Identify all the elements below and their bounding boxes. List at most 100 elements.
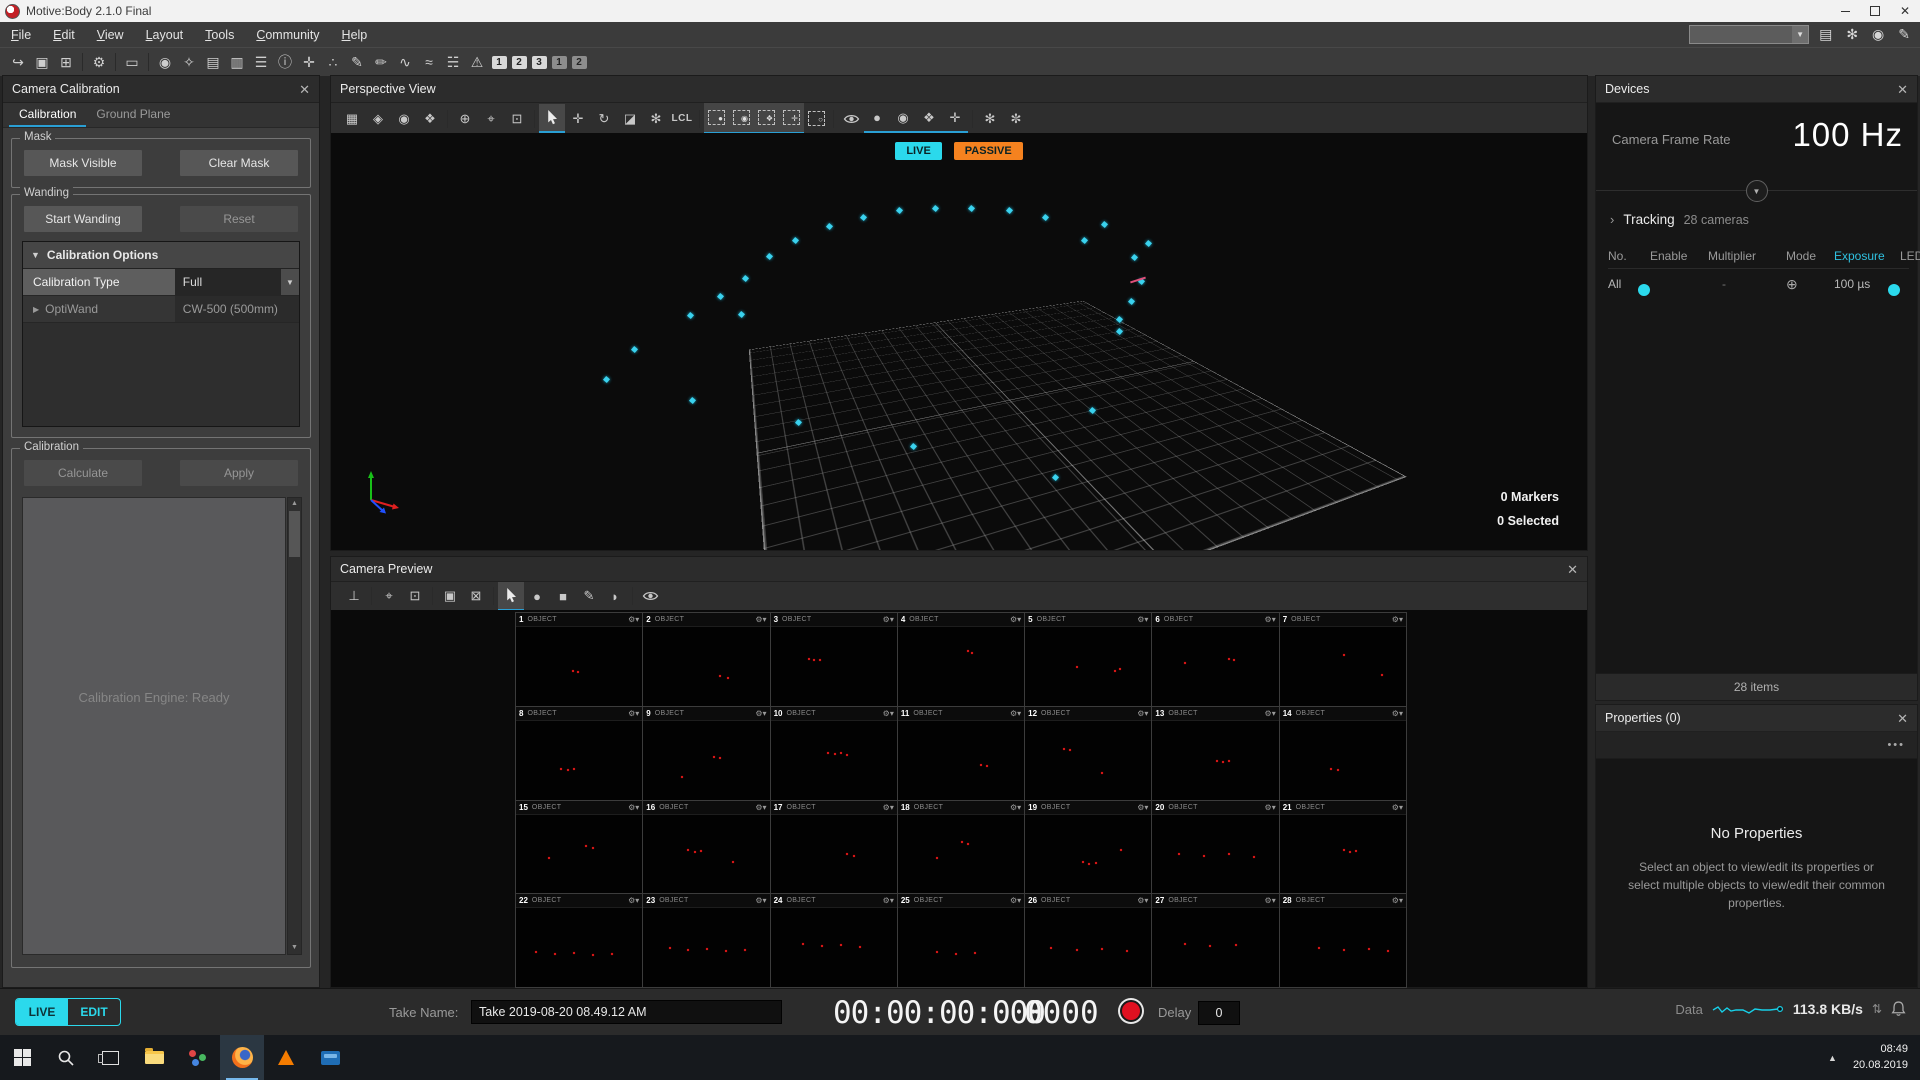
graph2-icon[interactable]: ≈ xyxy=(417,49,441,75)
camera-cell-26[interactable]: 26OBJECT⚙▾ xyxy=(1025,894,1151,987)
layout-b-button[interactable]: 2 xyxy=(572,56,587,69)
camera-cell-15[interactable]: 15OBJECT⚙▾ xyxy=(516,801,642,894)
column-header-led[interactable]: LED xyxy=(1900,249,1920,263)
zoom-fit-icon[interactable]: ⊡ xyxy=(402,582,428,611)
gear-icon[interactable]: ⚙▾ xyxy=(1010,615,1021,624)
camera-view-icon[interactable]: ◉ xyxy=(391,104,417,133)
mask-add-icon[interactable]: ▣ xyxy=(437,582,463,611)
antenna-icon[interactable]: ☵ xyxy=(441,49,465,75)
quick-select-combobox[interactable]: ▼ xyxy=(1689,25,1809,44)
list-icon[interactable]: ☰ xyxy=(249,49,273,75)
pixel-view-icon[interactable] xyxy=(637,582,663,611)
gear-icon[interactable]: ⚙▾ xyxy=(1265,896,1276,905)
camera-cell-11[interactable]: 11OBJECT⚙▾ xyxy=(898,707,1024,800)
zoom-in-icon[interactable]: ⊕ xyxy=(452,104,478,133)
blob-tool-icon[interactable]: ◗ xyxy=(602,582,628,611)
viewport-3d[interactable]: LIVE PASSIVE 0 Markers 0 Selected xyxy=(331,133,1587,550)
close-icon[interactable]: ✕ xyxy=(299,83,310,96)
camera-cell-18[interactable]: 18OBJECT⚙▾ xyxy=(898,801,1024,894)
chevron-down-icon[interactable]: ▼ xyxy=(281,269,299,295)
camera-cell-10[interactable]: 10OBJECT⚙▾ xyxy=(771,707,897,800)
close-button[interactable]: ✕ xyxy=(1890,0,1920,22)
camera-cell-3[interactable]: 3OBJECT⚙▾ xyxy=(771,613,897,706)
camera-cell-17[interactable]: 17OBJECT⚙▾ xyxy=(771,801,897,894)
streams-icon[interactable]: ❖ xyxy=(417,104,443,133)
delay-input[interactable] xyxy=(1198,1001,1240,1025)
gear-icon[interactable]: ⚙▾ xyxy=(628,803,639,812)
taskbar-app-remote-desktop[interactable] xyxy=(308,1035,352,1080)
scroll-thumb[interactable] xyxy=(289,511,300,557)
camera-cell-6[interactable]: 6OBJECT⚙▾ xyxy=(1152,613,1278,706)
chevron-right-icon[interactable]: › xyxy=(1610,212,1614,227)
apply-button[interactable]: Apply xyxy=(180,460,298,486)
cube-view-icon[interactable]: ◈ xyxy=(365,104,391,133)
camera-cell-28[interactable]: 28OBJECT⚙▾ xyxy=(1280,894,1406,987)
gear-icon[interactable]: ⚙▾ xyxy=(755,896,766,905)
camera-cell-14[interactable]: 14OBJECT⚙▾ xyxy=(1280,707,1406,800)
menu-community[interactable]: Community xyxy=(245,28,330,42)
zoom-region-icon[interactable]: ⌖ xyxy=(478,104,504,133)
rotate-tool-icon[interactable]: ↻ xyxy=(591,104,617,133)
camera-cell-20[interactable]: 20OBJECT⚙▾ xyxy=(1152,801,1278,894)
minimize-button[interactable] xyxy=(1830,0,1860,22)
camera-cell-24[interactable]: 24OBJECT⚙▾ xyxy=(771,894,897,987)
gear-icon[interactable]: ⚙▾ xyxy=(1137,803,1148,812)
menu-file[interactable]: File xyxy=(0,28,42,42)
taskbar-app-explorer[interactable] xyxy=(132,1035,176,1080)
camera-cell-13[interactable]: 13OBJECT⚙▾ xyxy=(1152,707,1278,800)
taskbar-chevron-icon[interactable]: ▲ xyxy=(1828,1053,1837,1063)
info-icon[interactable]: ⓘ xyxy=(273,49,297,75)
settings-icon[interactable]: ⚙ xyxy=(87,49,111,75)
close-icon[interactable]: ✕ xyxy=(1897,712,1908,725)
follow-skeleton-icon[interactable]: ✻ xyxy=(643,104,669,133)
camera-cell-7[interactable]: 7OBJECT⚙▾ xyxy=(1280,613,1406,706)
task-view-button[interactable] xyxy=(88,1035,132,1080)
calibration-type-select[interactable]: Full ▼ xyxy=(175,269,299,295)
camera-cell-12[interactable]: 12OBJECT⚙▾ xyxy=(1025,707,1151,800)
menu-help[interactable]: Help xyxy=(331,28,379,42)
gear-icon[interactable]: ⚙▾ xyxy=(1137,896,1148,905)
tripod-icon[interactable]: ⊥ xyxy=(341,582,367,611)
show-skeletons-icon[interactable]: ✛ xyxy=(942,104,968,133)
camera-cell-19[interactable]: 19OBJECT⚙▾ xyxy=(1025,801,1151,894)
graph-icon[interactable]: ∿ xyxy=(393,49,417,75)
gear-icon[interactable]: ⚙▾ xyxy=(1010,803,1021,812)
column-header-multiplier[interactable]: Multiplier xyxy=(1708,249,1786,263)
skeleton-icon[interactable]: ∴ xyxy=(321,49,345,75)
gear-icon[interactable]: ⚙▾ xyxy=(883,709,894,718)
gear-icon[interactable]: ⚙▾ xyxy=(1265,615,1276,624)
taskbar-app-firefox[interactable] xyxy=(220,1035,264,1080)
taskbar-app-motive[interactable] xyxy=(176,1035,220,1080)
menu-layout[interactable]: Layout xyxy=(135,28,195,42)
camera-cell-5[interactable]: 5OBJECT⚙▾ xyxy=(1025,613,1151,706)
taskbar-search-button[interactable] xyxy=(44,1035,88,1080)
gear-icon[interactable]: ⚙▾ xyxy=(883,615,894,624)
stepper-icon[interactable]: ⇅ xyxy=(1872,1002,1882,1016)
skeleton-display-icon[interactable]: ✻ xyxy=(977,104,1003,133)
pen-icon[interactable]: ✏ xyxy=(369,49,393,75)
gear-icon[interactable]: ⚙▾ xyxy=(1010,709,1021,718)
camera-cell-8[interactable]: 8OBJECT⚙▾ xyxy=(516,707,642,800)
restore-button[interactable] xyxy=(1860,0,1890,22)
pen-tool-icon[interactable]: ✎ xyxy=(576,582,602,611)
close-icon[interactable]: ✕ xyxy=(1567,563,1578,576)
skeleton-display2-icon[interactable]: ✼ xyxy=(1003,104,1029,133)
take-name-input[interactable] xyxy=(471,1000,782,1024)
menu-view[interactable]: View xyxy=(86,28,135,42)
show-rigidbodies-icon[interactable]: ❖ xyxy=(916,104,942,133)
wand-icon[interactable]: ✧ xyxy=(177,49,201,75)
edit-mode-button[interactable]: EDIT xyxy=(68,999,120,1025)
translate-tool-icon[interactable]: ✛ xyxy=(565,104,591,133)
archive-icon[interactable]: ▥ xyxy=(225,49,249,75)
clear-mask-button[interactable]: Clear Mask xyxy=(180,150,298,176)
tab-calibration[interactable]: Calibration xyxy=(9,103,86,127)
save-layout-icon[interactable]: ⊞ xyxy=(54,49,78,75)
save-icon[interactable]: ▣ xyxy=(30,49,54,75)
column-header-exposure[interactable]: Exposure xyxy=(1834,249,1900,263)
calibration-options-header[interactable]: ▼ Calibration Options xyxy=(23,242,299,269)
gear-icon[interactable]: ⚙▾ xyxy=(755,803,766,812)
calculate-button[interactable]: Calculate xyxy=(24,460,142,486)
camera-cell-9[interactable]: 9OBJECT⚙▾ xyxy=(643,707,769,800)
reset-button[interactable]: Reset xyxy=(180,206,298,232)
camera-cell-4[interactable]: 4OBJECT⚙▾ xyxy=(898,613,1024,706)
